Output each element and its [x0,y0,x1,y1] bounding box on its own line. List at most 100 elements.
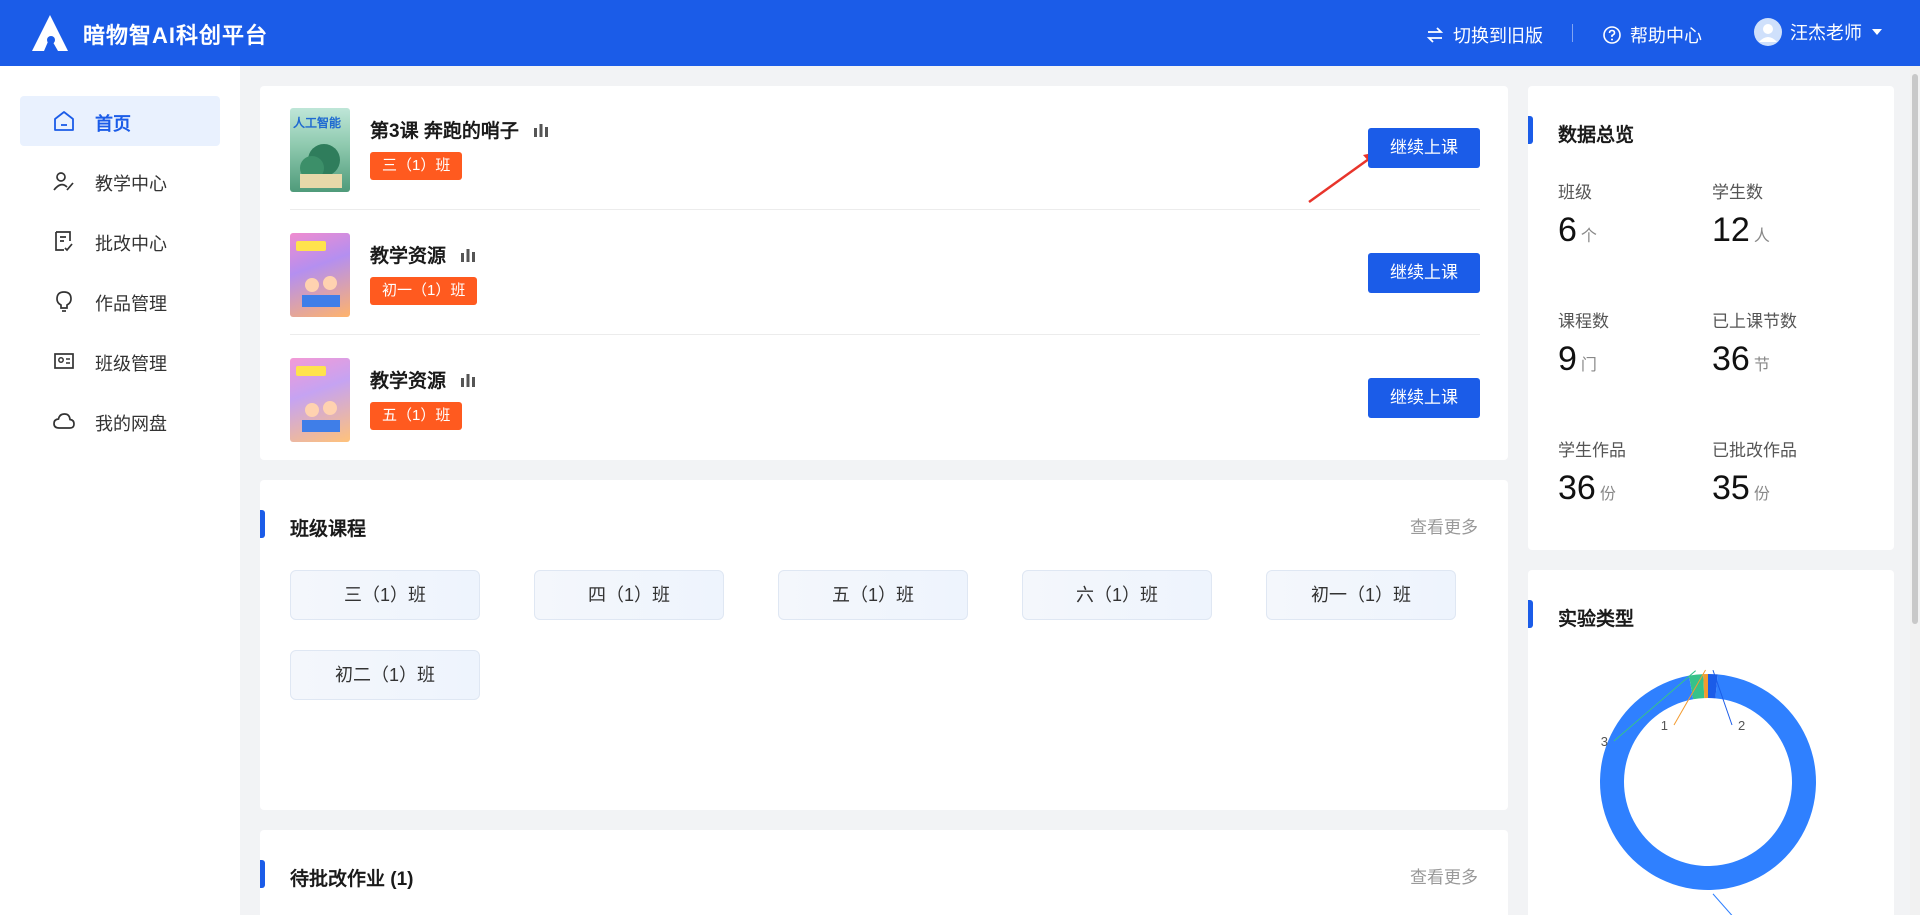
section-accent-bar [260,860,265,888]
stat-unit: 份 [1599,486,1616,503]
experiment-type-card: 实验类型 136312 [1528,570,1894,915]
lesson-cover[interactable] [290,358,350,442]
lesson-cover[interactable] [290,233,350,317]
stat-label: 已批改作品 [1712,441,1797,460]
cover-illustration [296,366,340,432]
brand-name: 暗物智AI科创平台 [83,23,269,48]
stat-value: 6 [1558,211,1577,249]
experiment-donut-chart: 136312 [1600,669,1816,915]
section-accent-bar [1528,116,1533,144]
stat-label: 已上课节数 [1712,312,1797,331]
sidebar-item-label: 我的网盘 [95,414,167,434]
scrollbar-thumb[interactable] [1912,74,1918,624]
stat-reviewed: 已批改作品 35 份 [1712,436,1862,514]
cloud-icon [53,413,75,429]
class-icon [54,353,74,369]
class-chip[interactable]: 初二（1）班 [290,650,480,700]
lesson-title-row: 教学资源 [370,241,476,268]
stat-courses: 课程数 9门 [1558,307,1708,385]
leader-line [1712,893,1733,915]
sidebar-item-teaching[interactable]: 教学中心 [20,156,220,206]
continue-class-button[interactable]: 继续上课 [1368,253,1480,293]
section-title: 实验类型 [1558,609,1635,630]
class-courses-card: 班级课程 查看更多 三（1）班 四（1）班 五（1）班 六（1）班 初一（1）班… [260,480,1508,810]
chevron-down-icon [1872,29,1882,35]
stat-unit: 人 [1753,228,1770,245]
review-icon [55,231,73,252]
class-chip[interactable]: 三（1）班 [290,570,480,620]
avatar [1754,18,1782,46]
section-title: 数据总览 [1558,125,1635,146]
lesson-item: 人工智能 第3课 奔跑的哨子 三（1）班 继续上课 [290,86,1480,210]
stat-label: 课程数 [1558,312,1609,331]
sidebar-item-label: 首页 [95,114,131,134]
class-tag: 三（1）班 [370,152,463,180]
stat-unit: 份 [1753,486,1770,503]
continue-class-button[interactable]: 继续上课 [1368,128,1480,168]
stat-value: 12 [1712,211,1750,249]
class-tag: 初一（1）班 [370,277,478,305]
slice-label: 3 [1601,734,1608,749]
sidebar-item-works[interactable]: 作品管理 [20,276,220,326]
help-center-label: 帮助中心 [1630,26,1702,46]
cover-illustration [296,241,340,307]
sidebar-item-home[interactable]: 首页 [20,96,220,146]
pending-homework-card: 待批改作业 (1) 查看更多 [260,830,1508,915]
class-chip[interactable]: 四（1）班 [534,570,724,620]
stat-label: 班级 [1558,183,1592,202]
sidebar: 首页 教学中心 批改中心 作品管理 班级管理 我的网盘 [0,66,240,915]
lesson-title-row: 第3课 奔跑的哨子 [370,116,549,143]
sidebar-item-netdisk[interactable]: 我的网盘 [20,396,220,446]
lesson-item: 教学资源 初一（1）班 继续上课 [290,211,1480,335]
class-chip[interactable]: 初一（1）班 [1266,570,1456,620]
stats-bars-icon[interactable] [460,373,476,387]
lesson-cover[interactable]: 人工智能 [290,108,350,192]
lesson-title[interactable]: 教学资源 [370,366,446,393]
continue-class-button[interactable]: 继续上课 [1368,378,1480,418]
class-chip[interactable]: 六（1）班 [1022,570,1212,620]
class-tag: 五（1）班 [370,402,463,430]
slice-label: 2 [1738,718,1745,733]
switch-icon [1426,27,1444,43]
user-name: 汪杰老师 [1790,23,1862,43]
stat-label: 学生数 [1712,183,1763,202]
switch-old-version-link[interactable]: 切换到旧版 [1425,22,1543,48]
sidebar-item-label: 作品管理 [95,294,167,314]
stat-unit: 节 [1753,357,1770,374]
section-accent-bar [1528,600,1533,628]
sidebar-item-label: 班级管理 [95,354,167,374]
class-chip[interactable]: 五（1）班 [778,570,968,620]
sidebar-item-review[interactable]: 批改中心 [20,216,220,266]
recent-lessons-card: 人工智能 第3课 奔跑的哨子 三（1）班 继续上课 教学资源 初一（1）班 继续… [260,86,1508,460]
leader-line [1613,670,1696,742]
lesson-title[interactable]: 第3课 奔跑的哨子 [370,116,519,143]
user-menu[interactable]: 汪杰老师 [1754,18,1884,46]
divider [290,209,1480,210]
view-more-link[interactable]: 查看更多 [1410,863,1478,888]
help-icon [1603,26,1621,44]
stats-bars-icon[interactable] [533,123,549,137]
lesson-title[interactable]: 教学资源 [370,241,446,268]
help-center-link[interactable]: 帮助中心 [1602,22,1702,48]
section-title: 班级课程 [290,519,367,540]
section-title: 待批改作业 (1) [290,869,414,890]
sidebar-item-label: 教学中心 [95,174,167,194]
stat-works: 学生作品 36 份 [1558,436,1708,514]
stat-unit: 门 [1580,357,1597,374]
bulb-icon [56,291,72,312]
home-icon [54,111,74,131]
sidebar-item-class[interactable]: 班级管理 [20,336,220,386]
stat-value: 9 [1558,340,1577,378]
sidebar-item-label: 批改中心 [95,234,167,254]
lesson-title-row: 教学资源 [370,366,476,393]
stat-classes: 班级 6个 [1558,178,1708,256]
lesson-item: 教学资源 五（1）班 继续上课 [290,336,1480,460]
stats-bars-icon[interactable] [460,248,476,262]
switch-old-version-label: 切换到旧版 [1453,26,1543,46]
view-more-link[interactable]: 查看更多 [1410,513,1478,538]
stat-value: 35 [1712,469,1750,507]
cover-title: 人工智能 [293,116,342,130]
stat-value: 36 [1712,340,1750,378]
teacher-icon [53,172,74,191]
slice-136[interactable] [1600,674,1816,890]
